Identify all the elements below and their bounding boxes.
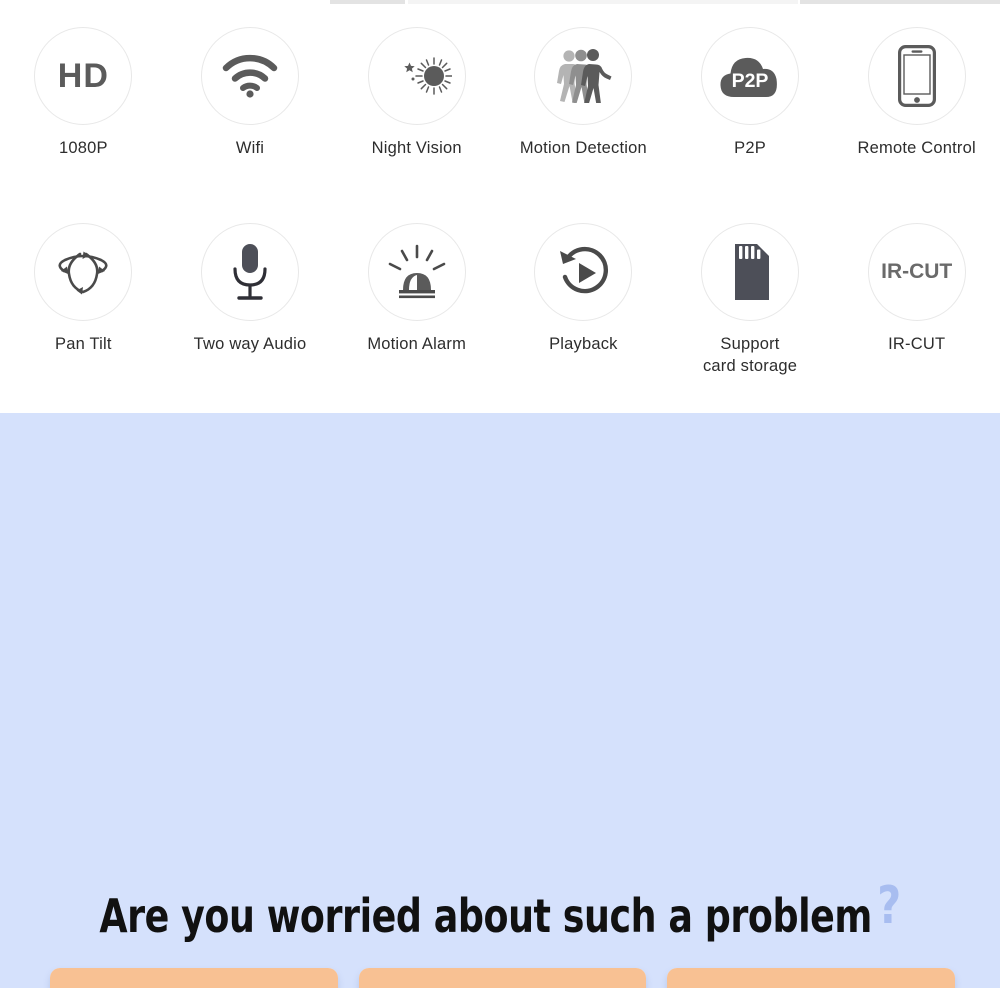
sd-card-icon [701,223,800,321]
feature-row-1: HD 1080P Wifi Night Vision Motion Detect… [0,27,1000,160]
feature-row-2: Pan Tilt Two way Audio Motion Alarm Play… [0,223,1000,378]
feature-label: Motion Detection [519,139,647,157]
rotation-arrows-icon [34,223,133,321]
feature-item-1080p[interactable]: HD 1080P [0,27,167,160]
feature-label: Wifi [235,139,265,157]
top-sliver-segment [330,0,405,4]
feature-label: Two way Audio [193,335,307,353]
feature-label: Support card storage [702,335,798,375]
problem-headline-text: Are you worried about such a problem [99,889,872,943]
product-feature-page: HD 1080P Wifi Night Vision Motion Detect… [0,0,1000,1000]
feature-icon-grid: HD 1080P Wifi Night Vision Motion Detect… [0,5,1000,413]
siren-light-icon [367,223,466,321]
feature-item-playback[interactable]: Playback [500,223,667,378]
feature-item-pan-tilt[interactable]: Pan Tilt [0,223,167,378]
feature-item-wifi[interactable]: Wifi [167,27,334,160]
feature-label: Motion Alarm [367,335,467,353]
top-sliver-segment [800,0,1000,4]
feature-item-card-storage[interactable]: Support card storage [667,223,834,378]
bottom-edge-strip [0,988,1000,1000]
feature-label: P2P [734,139,766,157]
top-sliver-segment [408,0,798,4]
feature-label: IR-CUT [888,335,946,353]
walking-people-icon [534,27,633,125]
hd-icon: HD [34,27,133,125]
feature-item-night-vision[interactable]: Night Vision [333,27,500,160]
problem-headline: Are you worried about such a problem? [60,876,940,943]
replay-play-icon [534,223,633,321]
feature-item-p2p[interactable]: P2P P2P [667,27,834,160]
feature-item-remote-control[interactable]: Remote Control [833,27,1000,160]
feature-label: Night Vision [371,139,462,157]
feature-label: Remote Control [857,139,976,157]
hd-icon-label: HD [57,56,109,95]
smartphone-icon [867,27,966,125]
problem-section: Are you worried about such a problem? Ca… [0,413,1000,1000]
cloud-p2p-icon: P2P [701,27,800,125]
feature-label: Playback [549,335,618,353]
wifi-icon [201,27,299,125]
feature-label: 1080P [58,139,108,157]
ircut-icon-label: IR-CUT [881,260,953,283]
feature-item-two-way-audio[interactable]: Two way Audio [167,223,334,378]
feature-item-motion-detection[interactable]: Motion Detection [500,27,667,160]
feature-item-motion-alarm[interactable]: Motion Alarm [333,223,500,378]
microphone-icon [201,223,299,321]
moon-sun-icon [367,27,466,125]
feature-label: Pan Tilt [55,335,112,353]
ircut-icon: IR-CUT [867,223,966,321]
question-mark-icon: ? [877,876,901,936]
feature-item-ircut[interactable]: IR-CUT IR-CUT [833,223,1000,378]
p2p-icon-label: P2P [732,70,769,92]
